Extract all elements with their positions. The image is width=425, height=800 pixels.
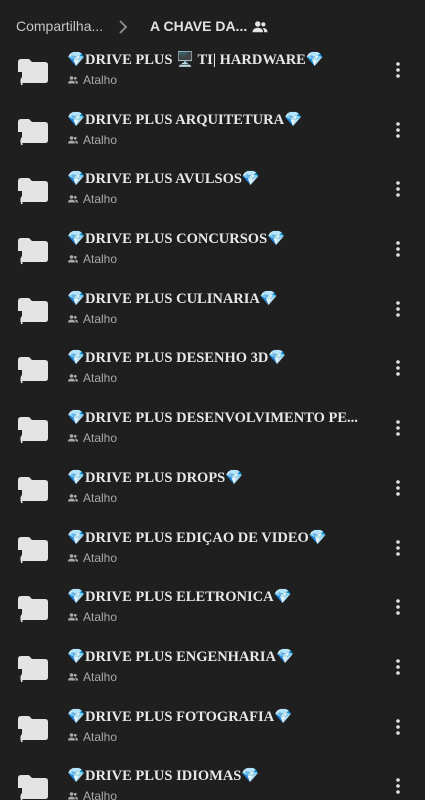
people-icon [68, 374, 78, 382]
people-icon [68, 553, 78, 561]
item-subtitle: Atalho [67, 670, 117, 684]
shortcut-folder-icon [18, 536, 48, 565]
item-subtitle: Atalho [67, 551, 117, 565]
list-item[interactable]: 💎DRIVE PLUS DROPS💎 Atalho [0, 458, 425, 518]
more-vert-icon[interactable] [389, 119, 407, 141]
item-name: 💎DRIVE PLUS ARQUITETURA💎 [67, 111, 303, 128]
item-name: 💎DRIVE PLUS CULINARIA💎 [67, 290, 278, 307]
item-subtitle-text: Atalho [83, 550, 118, 565]
breadcrumb-root[interactable]: Compartilha... [16, 18, 103, 34]
list-item[interactable]: 💎DRIVE PLUS ENGENHARIA💎 Atalho [0, 637, 425, 697]
item-name: 💎DRIVE PLUS ENGENHARIA💎 [67, 648, 295, 665]
more-vert-icon[interactable] [389, 178, 407, 200]
shortcut-folder-icon [18, 417, 48, 446]
item-subtitle-text: Atalho [83, 789, 118, 800]
item-subtitle-text: Atalho [83, 132, 118, 147]
breadcrumb-current[interactable]: A CHAVE DA... [150, 18, 247, 34]
list-item[interactable]: 💎DRIVE PLUS EDIÇAO DE VIDEO💎 Atalho [0, 518, 425, 578]
item-subtitle: Atalho [67, 371, 117, 385]
people-icon [252, 21, 268, 33]
item-subtitle: Atalho [67, 491, 117, 505]
item-subtitle: Atalho [67, 610, 117, 624]
item-subtitle-text: Atalho [83, 192, 118, 207]
more-vert-icon[interactable] [389, 477, 407, 499]
item-subtitle: Atalho [67, 252, 117, 266]
item-name: 💎DRIVE PLUS FOTOGRAFIA💎 [67, 708, 293, 725]
shortcut-folder-icon [18, 118, 48, 147]
shortcut-folder-icon [18, 297, 48, 326]
list-item[interactable]: 💎DRIVE PLUS 🖥️ TI| HARDWARE💎 Atalho [0, 40, 425, 100]
shortcut-folder-icon [18, 357, 48, 386]
shortcut-folder-icon [18, 476, 48, 505]
item-subtitle-text: Atalho [83, 431, 118, 446]
people-icon [68, 195, 78, 203]
shortcut-folder-icon [18, 775, 48, 800]
item-subtitle: Atalho [67, 431, 117, 445]
people-icon [68, 314, 78, 323]
shortcut-folder-icon [18, 59, 48, 87]
people-icon [68, 613, 78, 621]
people-icon [68, 255, 78, 263]
more-vert-icon[interactable] [389, 537, 407, 559]
item-subtitle: Atalho [67, 133, 117, 147]
item-subtitle-text: Atalho [83, 73, 118, 87]
item-name: 💎DRIVE PLUS AVULSOS💎 [67, 171, 260, 188]
item-subtitle: Atalho [67, 73, 117, 87]
item-subtitle-text: Atalho [83, 490, 118, 505]
people-icon [68, 76, 78, 84]
list-item[interactable]: 💎DRIVE PLUS DESENHO 3D💎 Atalho [0, 338, 425, 398]
item-name: 💎DRIVE PLUS DESENHO 3D💎 [67, 350, 287, 367]
item-name: 💎DRIVE PLUS CONCURSOS💎 [67, 231, 286, 248]
list-item[interactable]: 💎DRIVE PLUS IDIOMAS💎 Atalho [0, 756, 425, 800]
more-vert-icon[interactable] [389, 238, 407, 260]
item-subtitle: Atalho [67, 730, 117, 744]
list-item[interactable]: 💎DRIVE PLUS CONCURSOS💎 Atalho [0, 219, 425, 279]
more-vert-icon[interactable] [389, 596, 407, 618]
people-icon [68, 494, 78, 502]
list-item[interactable]: 💎DRIVE PLUS ELETRONICA💎 Atalho [0, 577, 425, 637]
item-subtitle: Atalho [67, 312, 117, 326]
shortcut-folder-icon [18, 715, 48, 744]
more-vert-icon[interactable] [389, 298, 407, 320]
file-list: 💎DRIVE PLUS 🖥️ TI| HARDWARE💎 Atalho 💎DRI… [0, 40, 425, 800]
item-subtitle-text: Atalho [83, 729, 118, 744]
item-name: 💎DRIVE PLUS 🖥️ TI| HARDWARE💎 [67, 52, 324, 68]
list-item[interactable]: 💎DRIVE PLUS CULINARIA💎 Atalho [0, 279, 425, 339]
item-subtitle: Atalho [67, 192, 117, 206]
shortcut-folder-icon [18, 238, 48, 267]
people-icon [68, 135, 78, 144]
item-subtitle-text: Atalho [83, 371, 118, 386]
item-subtitle-text: Atalho [83, 311, 118, 326]
more-vert-icon[interactable] [389, 357, 407, 379]
item-subtitle: Atalho [67, 789, 117, 800]
more-vert-icon[interactable] [389, 656, 407, 678]
people-icon [68, 792, 78, 800]
item-name: 💎DRIVE PLUS IDIOMAS💎 [67, 768, 260, 785]
more-vert-icon[interactable] [389, 716, 407, 738]
item-name: 💎DRIVE PLUS DESENVOLVIMENTO PE... [67, 410, 358, 427]
item-subtitle-text: Atalho [83, 669, 118, 684]
more-vert-icon[interactable] [389, 775, 407, 797]
list-item[interactable]: 💎DRIVE PLUS ARQUITETURA💎 Atalho [0, 100, 425, 160]
item-name: 💎DRIVE PLUS ELETRONICA💎 [67, 589, 292, 606]
shortcut-folder-icon [18, 596, 48, 625]
more-vert-icon[interactable] [389, 59, 407, 81]
list-item[interactable]: 💎DRIVE PLUS AVULSOS💎 Atalho [0, 159, 425, 219]
list-item[interactable]: 💎DRIVE PLUS DESENVOLVIMENTO PE... Atalho [0, 398, 425, 458]
people-icon [68, 673, 78, 681]
item-name: 💎DRIVE PLUS EDIÇAO DE VIDEO💎 [67, 529, 327, 546]
people-icon [68, 434, 78, 442]
item-subtitle-text: Atalho [83, 610, 118, 625]
shortcut-folder-icon [18, 655, 48, 684]
list-item[interactable]: 💎DRIVE PLUS FOTOGRAFIA💎 Atalho [0, 697, 425, 757]
more-vert-icon[interactable] [389, 417, 407, 439]
shortcut-folder-icon [18, 178, 48, 207]
item-name: 💎DRIVE PLUS DROPS💎 [67, 469, 244, 486]
chevron-right-icon [119, 20, 128, 34]
item-subtitle-text: Atalho [83, 252, 118, 267]
people-icon [68, 732, 78, 741]
